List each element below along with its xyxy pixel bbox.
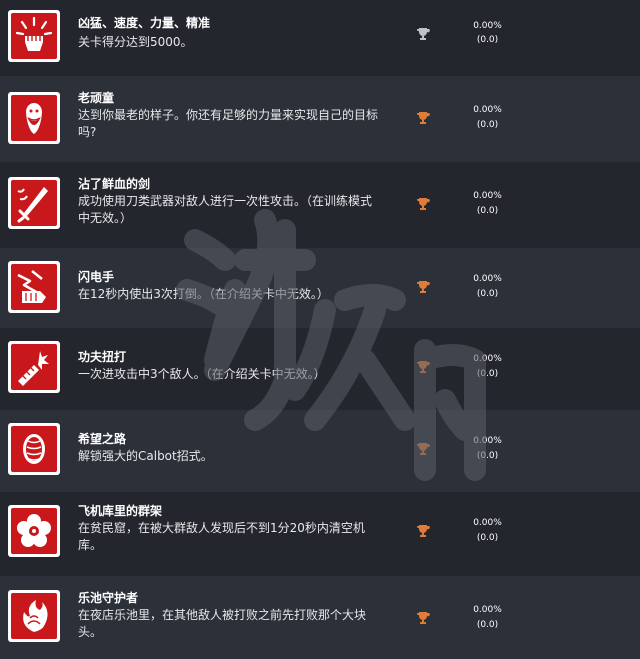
trophy-bronze-icon <box>416 197 430 211</box>
achievement-percent: 0.00% <box>473 274 502 284</box>
achievement-percent: 0.00% <box>473 21 502 31</box>
achievement-description: 在夜店乐池里，在其他敌人被打败之前先打败那个大块头。 <box>78 608 367 639</box>
achievement-row[interactable]: 希望之路 解锁强大的Calbot招式。 0.00% (0.0) <box>0 410 640 492</box>
achievement-description: 在12秒内使出3次打倒。（在介绍关卡中无效。） <box>78 287 329 301</box>
trophy-bronze-icon <box>416 524 430 538</box>
achievement-description: 一次进攻击中3个敌人。（在介绍关卡中无效。） <box>78 367 326 381</box>
achievement-count: (0.0) <box>476 120 499 130</box>
trophy-bronze-icon <box>416 280 430 294</box>
achievement-percent: 0.00% <box>473 518 502 528</box>
achievement-description: 关卡得分达到5000。 <box>78 35 193 49</box>
trophy-bronze-icon <box>416 111 430 125</box>
achievement-title: 功夫扭打 <box>78 350 127 364</box>
dragon-fire-icon <box>23 600 48 632</box>
achievement-row[interactable]: 乐池守护者 在夜店乐池里，在其他敌人被打败之前先打败那个大块头。 0.00% (… <box>0 576 640 659</box>
achievement-title: 飞机库里的群架 <box>78 504 163 518</box>
achievement-percent: 0.00% <box>473 191 502 201</box>
achievement-list: 凶猛、速度、力量、精准 关卡得分达到5000。 0.00% (0.0) 老顽童 … <box>0 0 640 659</box>
achievement-count: (0.0) <box>476 206 499 216</box>
achievement-row[interactable]: 飞机库里的群架 在贫民窟，在被大群敌人发现后不到1分20秒内清空机库。 0.00… <box>0 492 640 576</box>
flower-icon <box>17 514 51 547</box>
bloody-sword-icon <box>17 187 48 223</box>
achievement-row[interactable]: 沾了鲜血的剑 成功使用刀类武器对敌人进行一次性攻击。（在训练模式中无效。） 0.… <box>0 162 640 248</box>
achievement-percent: 0.00% <box>473 105 502 115</box>
achievement-count: (0.0) <box>476 533 499 543</box>
achievement-percent: 0.00% <box>473 605 502 615</box>
trophy-bronze-icon <box>416 611 430 625</box>
achievement-description: 成功使用刀类武器对敌人进行一次性攻击。（在训练模式中无效。） <box>78 194 373 225</box>
achievement-badge <box>8 505 60 557</box>
achievement-row[interactable]: 凶猛、速度、力量、精准 关卡得分达到5000。 0.00% (0.0) <box>0 0 640 76</box>
achievement-percent: 0.00% <box>473 354 502 364</box>
achievement-count: (0.0) <box>476 289 499 299</box>
achievement-badge <box>8 261 60 313</box>
achievement-title: 乐池守护者 <box>78 591 139 605</box>
old-master-icon <box>26 103 42 134</box>
trophy-bronze-icon <box>416 360 430 374</box>
achievement-count: (0.0) <box>476 369 499 379</box>
kungfu-strike-icon <box>18 351 49 386</box>
achievement-badge <box>8 590 60 642</box>
achievement-badge <box>8 92 60 144</box>
trophy-bronze-icon <box>416 442 430 456</box>
lightning-hand-icon <box>17 270 46 303</box>
tiger-emblem-icon <box>23 434 45 464</box>
achievement-count: (0.0) <box>476 35 499 45</box>
achievement-badge <box>8 341 60 393</box>
achievement-description: 达到你最老的样子。你还有足够的力量来实现自己的目标吗? <box>78 108 379 139</box>
achievement-row[interactable]: 功夫扭打 一次进攻击中3个敌人。（在介绍关卡中无效。） 0.00% (0.0) <box>0 328 640 410</box>
achievement-count: (0.0) <box>476 451 499 461</box>
achievement-row[interactable]: 闪电手 在12秒内使出3次打倒。（在介绍关卡中无效。） 0.00% (0.0) <box>0 248 640 328</box>
achievement-badge <box>8 10 60 62</box>
trophy-silver-icon <box>416 27 430 41</box>
achievement-title: 凶猛、速度、力量、精准 <box>78 16 211 30</box>
achievement-title: 闪电手 <box>78 270 115 284</box>
achievement-count: (0.0) <box>476 620 499 630</box>
achievement-title: 老顽童 <box>78 91 115 105</box>
achievement-title: 希望之路 <box>78 432 127 446</box>
achievement-percent: 0.00% <box>473 436 502 446</box>
achievement-description: 在贫民窟，在被大群敌人发现后不到1分20秒内清空机库。 <box>78 521 365 552</box>
achievement-badge <box>8 423 60 475</box>
fist-burst-icon <box>15 16 53 51</box>
achievement-row[interactable]: 老顽童 达到你最老的样子。你还有足够的力量来实现自己的目标吗? 0.00% (0… <box>0 76 640 162</box>
achievement-description: 解锁强大的Calbot招式。 <box>78 449 213 463</box>
achievement-badge <box>8 177 60 229</box>
achievement-title: 沾了鲜血的剑 <box>78 177 151 191</box>
